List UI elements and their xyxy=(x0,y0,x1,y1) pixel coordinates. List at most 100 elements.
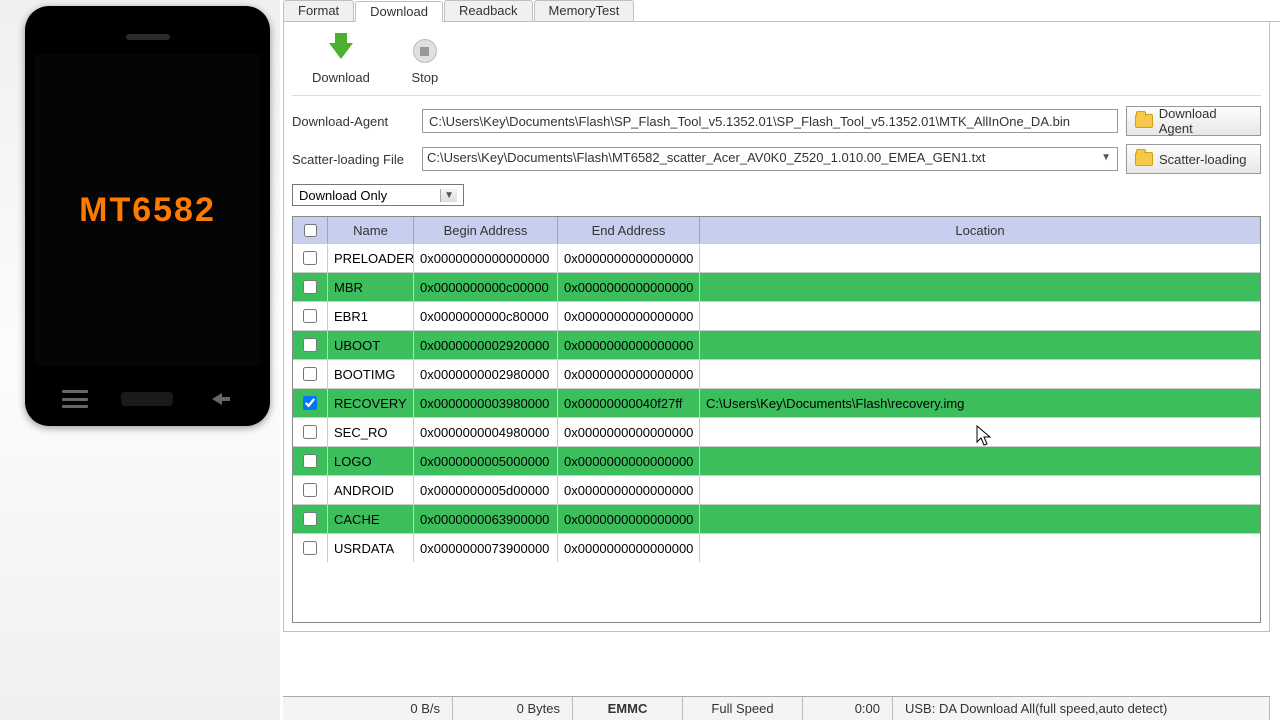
toolbar: Download Stop xyxy=(292,30,1261,96)
table-row[interactable]: RECOVERY0x00000000039800000x00000000040f… xyxy=(293,388,1260,417)
row-checkbox[interactable] xyxy=(293,447,328,475)
scatter-loading-button[interactable]: Scatter-loading xyxy=(1126,144,1261,174)
row-end: 0x0000000000000000 xyxy=(558,331,700,359)
download-tab-content: Download Stop Download-Agent Download Ag… xyxy=(283,22,1270,632)
stop-button[interactable]: Stop xyxy=(410,36,440,85)
home-icon xyxy=(121,392,173,406)
scatter-file-row: Scatter-loading File C:\Users\Key\Docume… xyxy=(292,144,1261,174)
row-location xyxy=(700,273,1260,301)
row-name: SEC_RO xyxy=(328,418,414,446)
header-begin[interactable]: Begin Address xyxy=(414,217,558,243)
status-speed: 0 B/s xyxy=(283,697,453,720)
table-row[interactable]: PRELOADER0x00000000000000000x00000000000… xyxy=(293,243,1260,272)
table-body: PRELOADER0x00000000000000000x00000000000… xyxy=(293,243,1260,562)
partition-table: Name Begin Address End Address Location … xyxy=(292,216,1261,623)
download-mode-select[interactable]: Download Only xyxy=(292,184,464,206)
row-end: 0x0000000000000000 xyxy=(558,302,700,330)
row-checkbox[interactable] xyxy=(293,534,328,562)
row-checkbox[interactable] xyxy=(293,418,328,446)
row-name: RECOVERY xyxy=(328,389,414,417)
status-bytes: 0 Bytes xyxy=(453,697,573,720)
tab-bar: Format Download Readback MemoryTest xyxy=(283,0,1280,22)
row-begin: 0x0000000000c80000 xyxy=(414,302,558,330)
download-icon xyxy=(326,36,356,66)
row-checkbox[interactable] xyxy=(293,476,328,504)
table-row[interactable]: SEC_RO0x00000000049800000x00000000000000… xyxy=(293,417,1260,446)
table-row[interactable]: LOGO0x00000000050000000x0000000000000000 xyxy=(293,446,1260,475)
table-row[interactable]: ANDROID0x0000000005d000000x0000000000000… xyxy=(293,475,1260,504)
row-checkbox[interactable] xyxy=(293,505,328,533)
row-begin: 0x0000000002980000 xyxy=(414,360,558,388)
row-begin: 0x0000000005d00000 xyxy=(414,476,558,504)
tab-download[interactable]: Download xyxy=(355,1,443,22)
download-agent-row: Download-Agent Download Agent xyxy=(292,106,1261,136)
row-checkbox[interactable] xyxy=(293,244,328,272)
row-name: ANDROID xyxy=(328,476,414,504)
row-checkbox[interactable] xyxy=(293,273,328,301)
header-name[interactable]: Name xyxy=(328,217,414,243)
download-agent-label: Download-Agent xyxy=(292,114,414,129)
row-location xyxy=(700,360,1260,388)
row-checkbox[interactable] xyxy=(293,331,328,359)
row-location xyxy=(700,244,1260,272)
row-end: 0x0000000000000000 xyxy=(558,360,700,388)
row-name: UBOOT xyxy=(328,331,414,359)
status-bar: 0 B/s 0 Bytes EMMC Full Speed 0:00 USB: … xyxy=(283,696,1270,720)
main-panel: Format Download Readback MemoryTest Down… xyxy=(283,0,1280,720)
row-end: 0x0000000000000000 xyxy=(558,476,700,504)
status-storage: EMMC xyxy=(573,697,683,720)
row-name: BOOTIMG xyxy=(328,360,414,388)
table-row[interactable]: CACHE0x00000000639000000x000000000000000… xyxy=(293,504,1260,533)
tab-format[interactable]: Format xyxy=(283,0,354,21)
row-end: 0x0000000000000000 xyxy=(558,244,700,272)
row-end: 0x0000000000000000 xyxy=(558,418,700,446)
row-location: C:\Users\Key\Documents\Flash\recovery.im… xyxy=(700,389,1260,417)
tab-memorytest[interactable]: MemoryTest xyxy=(534,0,635,21)
folder-icon xyxy=(1135,152,1153,166)
row-begin: 0x0000000002920000 xyxy=(414,331,558,359)
row-begin: 0x0000000005000000 xyxy=(414,447,558,475)
phone-navbar xyxy=(25,390,270,408)
row-name: MBR xyxy=(328,273,414,301)
download-agent-input[interactable] xyxy=(422,109,1118,133)
tab-readback[interactable]: Readback xyxy=(444,0,533,21)
stop-icon xyxy=(410,36,440,66)
table-row[interactable]: UBOOT0x00000000029200000x000000000000000… xyxy=(293,330,1260,359)
folder-icon xyxy=(1135,114,1153,128)
row-checkbox[interactable] xyxy=(293,360,328,388)
row-begin: 0x0000000000000000 xyxy=(414,244,558,272)
table-empty-area xyxy=(293,562,1260,622)
table-row[interactable]: MBR0x0000000000c000000x0000000000000000 xyxy=(293,272,1260,301)
header-end[interactable]: End Address xyxy=(558,217,700,243)
table-row[interactable]: USRDATA0x00000000739000000x0000000000000… xyxy=(293,533,1260,562)
scatter-file-label: Scatter-loading File xyxy=(292,152,414,167)
download-agent-button[interactable]: Download Agent xyxy=(1126,106,1261,136)
status-mode: USB: DA Download All(full speed,auto det… xyxy=(893,697,1270,720)
row-begin: 0x0000000003980000 xyxy=(414,389,558,417)
table-header: Name Begin Address End Address Location xyxy=(293,217,1260,243)
row-location xyxy=(700,534,1260,562)
row-checkbox[interactable] xyxy=(293,302,328,330)
row-begin: 0x0000000004980000 xyxy=(414,418,558,446)
header-location[interactable]: Location xyxy=(700,217,1260,243)
table-row[interactable]: BOOTIMG0x00000000029800000x0000000000000… xyxy=(293,359,1260,388)
row-end: 0x0000000000000000 xyxy=(558,273,700,301)
phone-screen: MT6582 xyxy=(35,54,260,366)
download-button[interactable]: Download xyxy=(312,36,370,85)
left-panel: IM MT6582 xyxy=(0,0,280,720)
table-row[interactable]: EBR10x0000000000c800000x0000000000000000 xyxy=(293,301,1260,330)
row-begin: 0x0000000063900000 xyxy=(414,505,558,533)
phone-mockup: IM MT6582 xyxy=(25,6,270,426)
row-name: LOGO xyxy=(328,447,414,475)
row-location xyxy=(700,418,1260,446)
row-checkbox[interactable] xyxy=(293,389,328,417)
header-checkbox[interactable] xyxy=(293,217,328,243)
scatter-file-select[interactable]: C:\Users\Key\Documents\Flash\MT6582_scat… xyxy=(422,147,1118,171)
row-location xyxy=(700,505,1260,533)
row-end: 0x00000000040f27ff xyxy=(558,389,700,417)
row-begin: 0x0000000000c00000 xyxy=(414,273,558,301)
status-usb-speed: Full Speed xyxy=(683,697,803,720)
row-name: PRELOADER xyxy=(328,244,414,272)
row-name: CACHE xyxy=(328,505,414,533)
row-location xyxy=(700,447,1260,475)
